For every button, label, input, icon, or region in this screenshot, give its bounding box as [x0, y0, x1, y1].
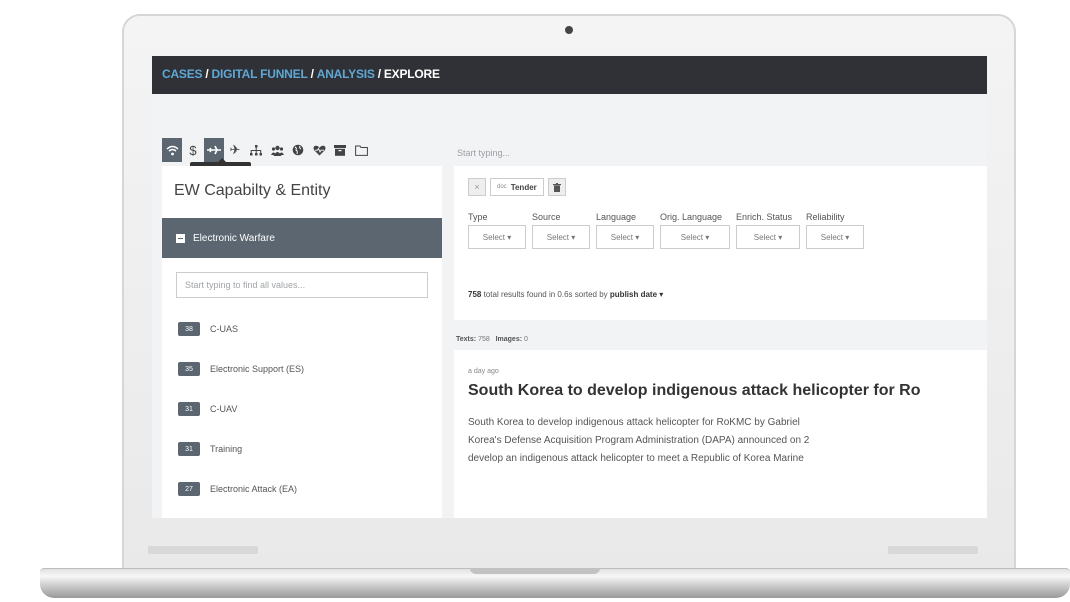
filter-enrich-status: Enrich. Status Select ▾ — [736, 212, 800, 249]
count-badge: 27 — [178, 482, 200, 496]
filter-fields: Type Select ▾ Source Select ▾ Language S… — [468, 212, 864, 249]
laptop-notch — [470, 568, 600, 574]
collapse-icon[interactable] — [176, 233, 185, 243]
users-icon[interactable] — [267, 138, 287, 162]
remove-tag-icon[interactable]: × — [468, 178, 486, 196]
article-title[interactable]: South Korea to develop indigenous attack… — [468, 382, 921, 400]
trash-icon[interactable] — [547, 178, 566, 196]
article-snippet: South Korea to develop indigenous attack… — [468, 417, 810, 464]
facet-item-electronic-support[interactable]: 35 Electronic Support (ES) — [178, 360, 304, 378]
group-label: Electronic Warfare — [193, 232, 275, 244]
facet-item-c-uav[interactable]: 31 C-UAV — [178, 400, 237, 418]
filters-panel: × doc Tender Type Select ▾ Source Select… — [454, 166, 987, 320]
breadcrumb-cases[interactable]: CASES — [162, 67, 203, 81]
filter-reliability: Reliability Select ▾ — [806, 212, 864, 249]
source-select[interactable]: Select ▾ — [532, 225, 590, 249]
filter-source: Source Select ▾ — [532, 212, 590, 249]
electronic-warfare-group[interactable]: Electronic Warfare — [162, 218, 442, 258]
category-toolbar: $ ✈ — [162, 138, 371, 162]
enrich-status-select[interactable]: Select ▾ — [736, 225, 800, 249]
article-date: a day ago — [468, 368, 499, 375]
tender-tag[interactable]: doc Tender — [490, 178, 544, 196]
language-select[interactable]: Select ▾ — [596, 225, 654, 249]
results-summary: 758 total results found in 0.6s sorted b… — [468, 290, 663, 299]
top-search-input[interactable]: Start typing... — [457, 148, 510, 158]
breadcrumb-current: EXPLORE — [383, 67, 440, 81]
count-badge: 31 — [178, 442, 200, 456]
breadcrumb-analysis[interactable]: ANALYSIS — [317, 67, 375, 81]
breadcrumb: CASES / DIGITAL FUNNEL / ANALYSIS / EXPLORE — [162, 67, 440, 81]
orig-language-select[interactable]: Select ▾ — [660, 225, 730, 249]
dollar-icon[interactable]: $ — [183, 138, 203, 162]
tag-label: Tender — [510, 182, 537, 192]
archive-icon[interactable] — [330, 138, 350, 162]
app-screen: CASES / DIGITAL FUNNEL / ANALYSIS / EXPLORE $ … — [152, 56, 987, 518]
results-count: 758 — [468, 290, 482, 299]
active-tags: × doc Tender — [468, 178, 566, 196]
panel-title: EW Capabilty & Entity — [174, 182, 331, 199]
facet-label: C-UAV — [210, 404, 238, 414]
facet-item-training[interactable]: 31 Training — [178, 440, 242, 458]
sort-dropdown[interactable]: publish date ▾ — [610, 290, 663, 299]
facet-panel: EW Capabilty & Entity Electronic Warfare… — [162, 166, 442, 518]
facet-item-electronic-attack[interactable]: 27 Electronic Attack (EA) — [178, 480, 297, 498]
wifi-icon[interactable] — [162, 138, 182, 162]
bezel-brand-left — [148, 546, 258, 554]
count-badge: 38 — [178, 322, 200, 336]
airplane-icon[interactable]: ✈ — [225, 138, 245, 162]
filter-orig-language: Orig. Language Select ▾ — [660, 212, 730, 249]
network-icon[interactable] — [246, 138, 266, 162]
facet-label: C-UAS — [210, 324, 239, 334]
breadcrumb-digital-funnel[interactable]: DIGITAL FUNNEL — [212, 67, 308, 81]
folder-icon[interactable] — [351, 138, 371, 162]
bezel-brand-right — [888, 546, 978, 554]
texts-count[interactable]: 758 — [478, 336, 490, 343]
camera-icon — [565, 26, 573, 34]
facet-label: Training — [210, 444, 243, 454]
facet-label: Electronic Support (ES) — [210, 364, 305, 374]
type-select[interactable]: Select ▾ — [468, 225, 526, 249]
top-bar: CASES / DIGITAL FUNNEL / ANALYSIS / EXPLORE — [152, 56, 987, 94]
media-counts: Texts: 758 Images: 0 — [456, 336, 528, 343]
filter-language: Language Select ▾ — [596, 212, 654, 249]
heart-icon[interactable] — [309, 138, 329, 162]
filter-type: Type Select ▾ — [468, 212, 526, 249]
find-values-input[interactable]: Start typing to find all values... — [176, 272, 428, 298]
images-count[interactable]: 0 — [524, 336, 528, 343]
globe-icon[interactable] — [288, 138, 308, 162]
result-card: a day ago South Korea to develop indigen… — [454, 350, 987, 518]
facet-item-c-uas[interactable]: 38 C-UAS — [178, 320, 238, 338]
facet-label: Electronic Attack (EA) — [210, 484, 298, 494]
results-text: total results found in 0.6s sorted by — [483, 290, 608, 299]
reliability-select[interactable]: Select ▾ — [806, 225, 864, 249]
count-badge: 35 — [178, 362, 200, 376]
count-badge: 31 — [178, 402, 200, 416]
